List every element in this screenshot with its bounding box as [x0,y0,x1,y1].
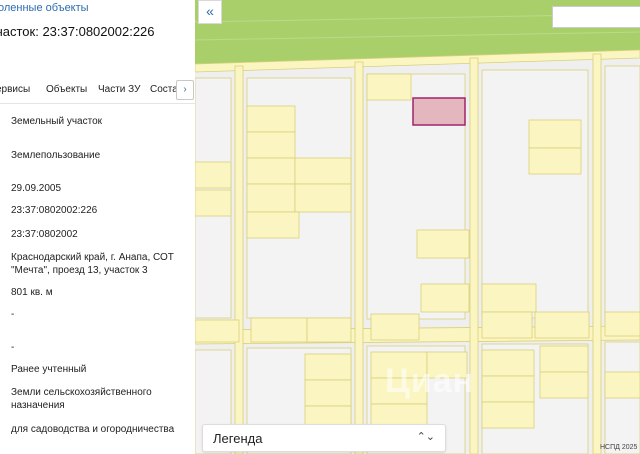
area-value: 801 кв. м [11,287,53,298]
legend-label: Легенда [213,431,263,446]
permitted-use-value: для садоводства и огородничества [11,424,175,435]
cadastral-number-value: 23:37:0802002:226 [11,205,98,216]
registration-date-value: 29.09.2005 [11,183,62,194]
empty-value-2: - [11,342,15,353]
page-title: часток: 23:37:0802002:226 [0,24,155,39]
divider [0,103,195,104]
tab-composition[interactable]: Соста [150,84,178,95]
info-panel: оленные объекты часток: 23:37:0802002:22… [0,0,195,454]
chevron-updown-icon: ⌃⌄ [416,431,435,443]
map-canvas[interactable]: Циан [195,0,640,454]
cadastral-quarter-value: 23:37:0802002 [11,229,78,240]
legend-dropdown[interactable]: Легенда ⌃⌄ [202,424,446,452]
tabs-scroll-right-button[interactable]: › [176,80,194,100]
tab-objects[interactable]: Объекты [46,84,87,95]
collapse-panel-button[interactable]: « [198,0,222,24]
address-value: Краснодарский край, г. Анапа, СОТ "Мечта… [11,252,174,276]
object-kind-value: Землепользование [11,150,101,161]
tab-parts[interactable]: Части ЗУ [98,84,140,95]
map-search-input[interactable] [552,6,640,28]
related-objects-link[interactable]: оленные объекты [0,2,89,14]
land-category-value: Земли сельскохозяйственного назначения [11,387,152,411]
selected-parcel[interactable] [412,97,466,126]
object-type-value: Земельный участок [11,116,103,127]
status-value: Ранее учтенный [11,364,87,375]
map-attribution: НСПД 2025 [600,444,638,451]
tab-services[interactable]: ервисы [0,84,30,95]
empty-value-1: - [11,309,15,320]
tab-bar: ервисы Объекты Части ЗУ Соста [0,82,195,100]
watermark-text: Циан [385,362,475,400]
